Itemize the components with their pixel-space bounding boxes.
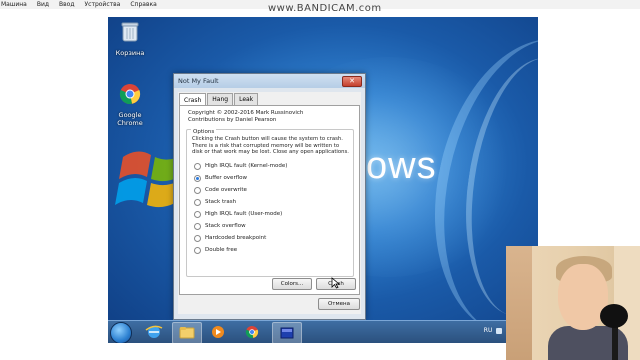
option-label: High IRQL fault (Kernel-mode) [205, 163, 288, 169]
contributions-line: Contributions by Daniel Pearson [188, 117, 277, 123]
taskbar-ie[interactable] [140, 322, 168, 342]
microphone-icon [600, 304, 628, 328]
desktop-icon-chrome[interactable]: Google Chrome [108, 83, 152, 127]
desktop-icon-label: Корзина [115, 49, 145, 57]
radio-icon [194, 234, 201, 242]
taskbar: RU 23 [108, 320, 538, 343]
menu-help[interactable]: Справка [129, 0, 157, 9]
desktop-icon-recycle-bin[interactable]: Корзина [108, 21, 152, 57]
copyright-line: Copyright © 2002-2016 Mark Russinovich [188, 110, 304, 116]
recycle-bin-icon [121, 22, 139, 42]
folder-icon [179, 327, 195, 339]
option-label: Buffer overflow [205, 175, 248, 181]
option-label: Code overwrite [205, 187, 247, 193]
radio-icon [194, 186, 201, 194]
options-legend: Options [191, 129, 217, 135]
option-label: Stack trash [205, 199, 237, 205]
option-stack-overflow[interactable]: Stack overflow [194, 220, 287, 232]
menu-machine[interactable]: Машина [0, 0, 28, 9]
internet-explorer-icon [145, 325, 163, 338]
radio-icon [194, 210, 201, 218]
start-button[interactable] [110, 322, 132, 343]
option-label: Double free [205, 247, 238, 253]
notmyfault-app-icon [280, 327, 294, 339]
media-player-icon [212, 326, 224, 338]
menu-input[interactable]: Ввод [58, 0, 75, 9]
desktop-icon-label: Google Chrome [117, 111, 143, 127]
taskbar-notmyfault[interactable] [272, 322, 302, 343]
taskbar-chrome[interactable] [238, 322, 266, 342]
webcam-mic-stand [612, 326, 618, 360]
dialog-titlebar[interactable]: Not My Fault ✕ [174, 74, 365, 88]
tab-hang[interactable]: Hang [207, 93, 234, 105]
radio-icon [194, 198, 201, 206]
option-label: Stack overflow [205, 223, 246, 229]
radio-icon [194, 246, 201, 254]
option-high-irql-kernel[interactable]: High IRQL fault (Kernel-mode) [194, 160, 287, 172]
option-double-free[interactable]: Double free [194, 244, 287, 256]
option-buffer-overflow[interactable]: Buffer overflow [194, 172, 287, 184]
taskbar-media-player[interactable] [204, 322, 232, 342]
crash-options-list: High IRQL fault (Kernel-mode) Buffer ove… [194, 160, 287, 256]
mouse-cursor-icon [331, 277, 340, 289]
chrome-icon [119, 84, 141, 105]
tray-flag-icon[interactable] [496, 327, 503, 334]
bandicam-watermark: www.BANDICAM.com [268, 3, 382, 14]
tab-crash[interactable]: Crash [179, 93, 207, 105]
language-indicator[interactable]: RU [484, 327, 493, 334]
option-stack-trash[interactable]: Stack trash [194, 196, 287, 208]
radio-icon [194, 162, 201, 170]
guest-screen: ows Корзина Google Chrome Not My Fault ✕ [108, 17, 538, 343]
radio-selected-icon [194, 174, 201, 182]
wallpaper-brand-text: ows [366, 145, 437, 187]
cancel-button[interactable]: Отмена [318, 298, 360, 310]
chrome-icon [245, 326, 259, 339]
close-icon: ✕ [349, 77, 355, 85]
crash-panel: Copyright © 2002-2016 Mark Russinovich C… [179, 105, 360, 295]
close-button[interactable]: ✕ [342, 76, 362, 87]
menu-view[interactable]: Вид [36, 0, 50, 9]
webcam-curtain [506, 246, 532, 360]
option-hardcoded-breakpoint[interactable]: Hardcoded breakpoint [194, 232, 287, 244]
menu-devices[interactable]: Устройства [84, 0, 122, 9]
option-high-irql-user[interactable]: High IRQL fault (User-mode) [194, 208, 287, 220]
webcam-overlay [506, 246, 640, 360]
option-label: High IRQL fault (User-mode) [205, 211, 283, 217]
option-code-overwrite[interactable]: Code overwrite [194, 184, 287, 196]
dialog-tabs: Crash Hang Leak [179, 93, 259, 105]
colors-button[interactable]: Colors... [272, 278, 312, 290]
taskbar-explorer[interactable] [172, 322, 202, 343]
tab-leak[interactable]: Leak [234, 93, 259, 105]
option-label: Hardcoded breakpoint [205, 235, 267, 241]
options-group: Options Clicking the Crash button will c… [186, 129, 354, 277]
copyright-text: Copyright © 2002-2016 Mark Russinovich C… [188, 110, 303, 124]
crash-description: Clicking the Crash button will cause the… [192, 136, 349, 156]
radio-icon [194, 222, 201, 230]
dialog-title: Not My Fault [178, 77, 219, 85]
